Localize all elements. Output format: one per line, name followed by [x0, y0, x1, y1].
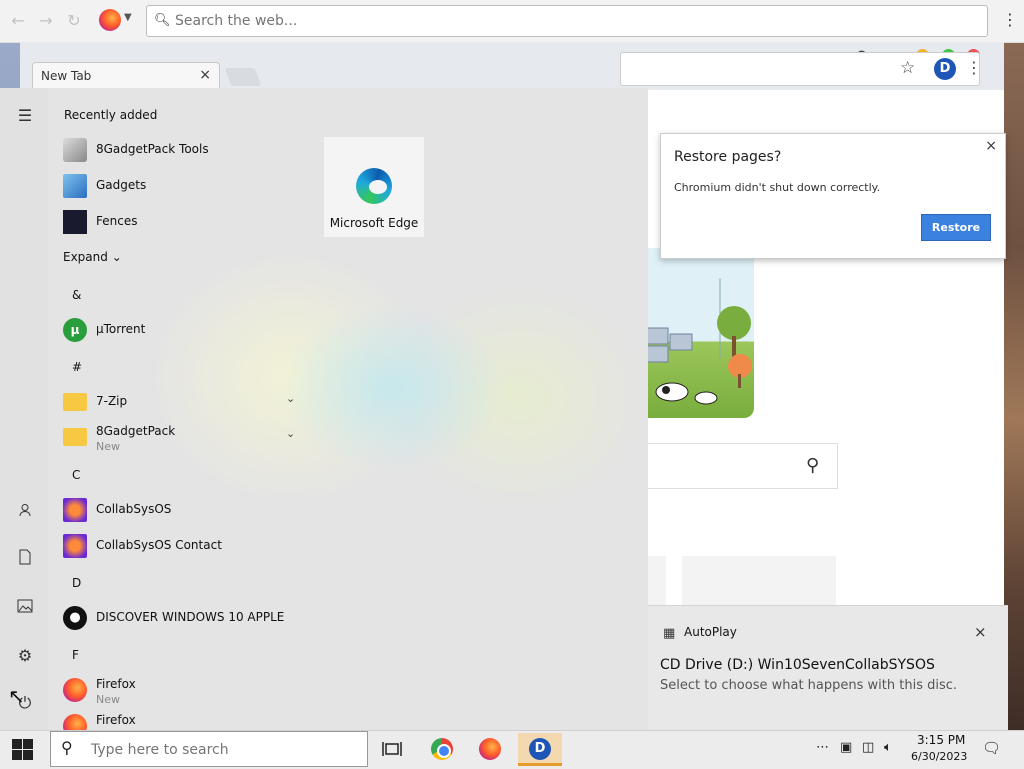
- web-search-bar[interactable]: 🔍︎: [146, 5, 988, 37]
- app-collabsysos-contact[interactable]: CollabSysOS Contact: [60, 530, 310, 562]
- taskbar-search-box[interactable]: ⚲: [50, 731, 368, 767]
- taskbar-collabsysos[interactable]: D: [518, 733, 562, 766]
- app-utorrent[interactable]: μ µTorrent: [60, 314, 310, 346]
- dialog-title: Restore pages?: [674, 149, 782, 165]
- start-menu-rail: [0, 88, 48, 730]
- app-7zip[interactable]: 7-Zip ⌄: [60, 386, 310, 418]
- windows-start-icon[interactable]: [12, 739, 34, 761]
- letter-header[interactable]: F: [72, 648, 79, 662]
- taskbar-search-input[interactable]: [89, 740, 353, 760]
- clock-date[interactable]: 6/30/2023: [911, 750, 967, 763]
- app-firefox[interactable]: Firefox: [60, 710, 310, 730]
- task-view-icon: [382, 742, 402, 756]
- app-gadgets[interactable]: Gadgets: [60, 170, 310, 202]
- tile-label: Microsoft Edge: [329, 216, 419, 230]
- tab-close-icon[interactable]: ×: [199, 67, 211, 83]
- taskbar-firefox[interactable]: [468, 733, 512, 766]
- app-discover-windows-10-apple[interactable]: ● DISCOVER WINDOWS 10 APPLE: [60, 602, 310, 634]
- meet-now-icon[interactable]: ▣: [840, 740, 852, 755]
- firefox-logo-icon[interactable]: [99, 9, 121, 31]
- chevron-down-icon[interactable]: ▼: [124, 12, 132, 23]
- shortcut-tile[interactable]: [682, 556, 836, 606]
- dialog-message: Chromium didn't shut down correctly.: [674, 181, 881, 194]
- chevron-down-icon[interactable]: ⌄: [286, 427, 295, 440]
- search-icon: ⚲: [61, 738, 73, 757]
- gadgets-icon: [63, 174, 87, 198]
- tools-icon: [63, 138, 87, 162]
- document-icon[interactable]: [14, 549, 36, 571]
- task-view-button[interactable]: [370, 733, 414, 766]
- collabsysos-icon: [63, 534, 87, 558]
- edge-logo-inner: [369, 180, 387, 194]
- utorrent-icon: μ: [63, 318, 87, 342]
- notification-center-icon[interactable]: 🗨︎: [982, 739, 1002, 759]
- letter-header[interactable]: &: [72, 288, 81, 302]
- bookmark-star-icon[interactable]: ☆: [900, 58, 915, 78]
- forward-arrow-icon[interactable]: →: [36, 11, 56, 31]
- kebab-menu-icon[interactable]: ⋮: [1002, 10, 1018, 29]
- user-icon[interactable]: [14, 501, 36, 523]
- app-fences[interactable]: Fences: [60, 206, 310, 238]
- folder-icon: [63, 393, 87, 411]
- letter-header[interactable]: C: [72, 468, 80, 482]
- notification-app-name: AutoPlay: [684, 625, 737, 639]
- tab-title: New Tab: [41, 69, 92, 83]
- volume-muted-icon[interactable]: 🔈︎: [884, 740, 892, 755]
- app-8gadgetpack[interactable]: 8GadgetPack New ⌄: [60, 421, 310, 453]
- taskbar-chrome[interactable]: [420, 733, 464, 766]
- chromium-menu-icon[interactable]: ⋮: [966, 58, 982, 77]
- chevron-down-icon[interactable]: ⌄: [286, 392, 295, 405]
- pictures-icon[interactable]: [14, 597, 36, 619]
- recently-added-heading: Recently added: [64, 108, 158, 122]
- close-icon[interactable]: ×: [985, 138, 997, 154]
- chevron-down-icon: ⌄: [111, 250, 122, 264]
- tab-new-tab[interactable]: New Tab ×: [32, 62, 220, 91]
- expand-button[interactable]: Expand ⌄: [63, 250, 122, 264]
- firefox-icon: [63, 714, 87, 730]
- letter-header[interactable]: #: [72, 360, 82, 374]
- network-icon[interactable]: ◫: [862, 740, 874, 755]
- chromium-address-bar[interactable]: [620, 52, 980, 86]
- folder-icon: [63, 428, 87, 446]
- web-search-input[interactable]: [173, 10, 977, 32]
- back-arrow-icon[interactable]: ←: [8, 11, 28, 31]
- autoplay-icon: ▦: [663, 626, 676, 641]
- notification-heading: CD Drive (D:) Win10SevenCollabSYSOS: [660, 657, 935, 673]
- settings-gear-icon[interactable]: ⚙: [14, 645, 36, 667]
- hamburger-menu-icon[interactable]: ☰: [14, 105, 36, 127]
- firefox-icon: [479, 738, 501, 760]
- collabsysos-icon: [63, 498, 87, 522]
- clock-time[interactable]: 3:15 PM: [917, 733, 965, 747]
- apple-icon: ●: [63, 606, 87, 630]
- solar-farm-illustration: [645, 278, 752, 405]
- collabsysos-icon: D: [529, 738, 551, 760]
- restore-button[interactable]: Restore: [921, 214, 991, 241]
- newtab-illustration: [640, 248, 754, 418]
- extension-icon[interactable]: D: [934, 58, 956, 80]
- search-icon: 🔍︎: [154, 13, 171, 28]
- notification-message: Select to choose what happens with this …: [660, 678, 958, 693]
- fences-icon: [63, 210, 87, 234]
- firefox-icon: [63, 678, 87, 702]
- mouse-cursor-icon: ↖: [8, 684, 25, 708]
- letter-header[interactable]: D: [72, 576, 81, 590]
- tray-overflow-icon[interactable]: ⋯: [816, 740, 829, 755]
- new-tab-button[interactable]: [224, 68, 262, 86]
- app-firefox[interactable]: Firefox New: [60, 674, 310, 706]
- search-icon[interactable]: ⚲: [806, 455, 819, 476]
- restore-pages-dialog: Restore pages? Chromium didn't shut down…: [660, 133, 1006, 259]
- close-icon[interactable]: ×: [974, 623, 987, 641]
- app-collabsysos[interactable]: CollabSysOS: [60, 494, 310, 526]
- app-8gadgetpack-tools[interactable]: 8GadgetPack Tools: [60, 134, 310, 166]
- reload-icon[interactable]: ↻: [64, 11, 84, 31]
